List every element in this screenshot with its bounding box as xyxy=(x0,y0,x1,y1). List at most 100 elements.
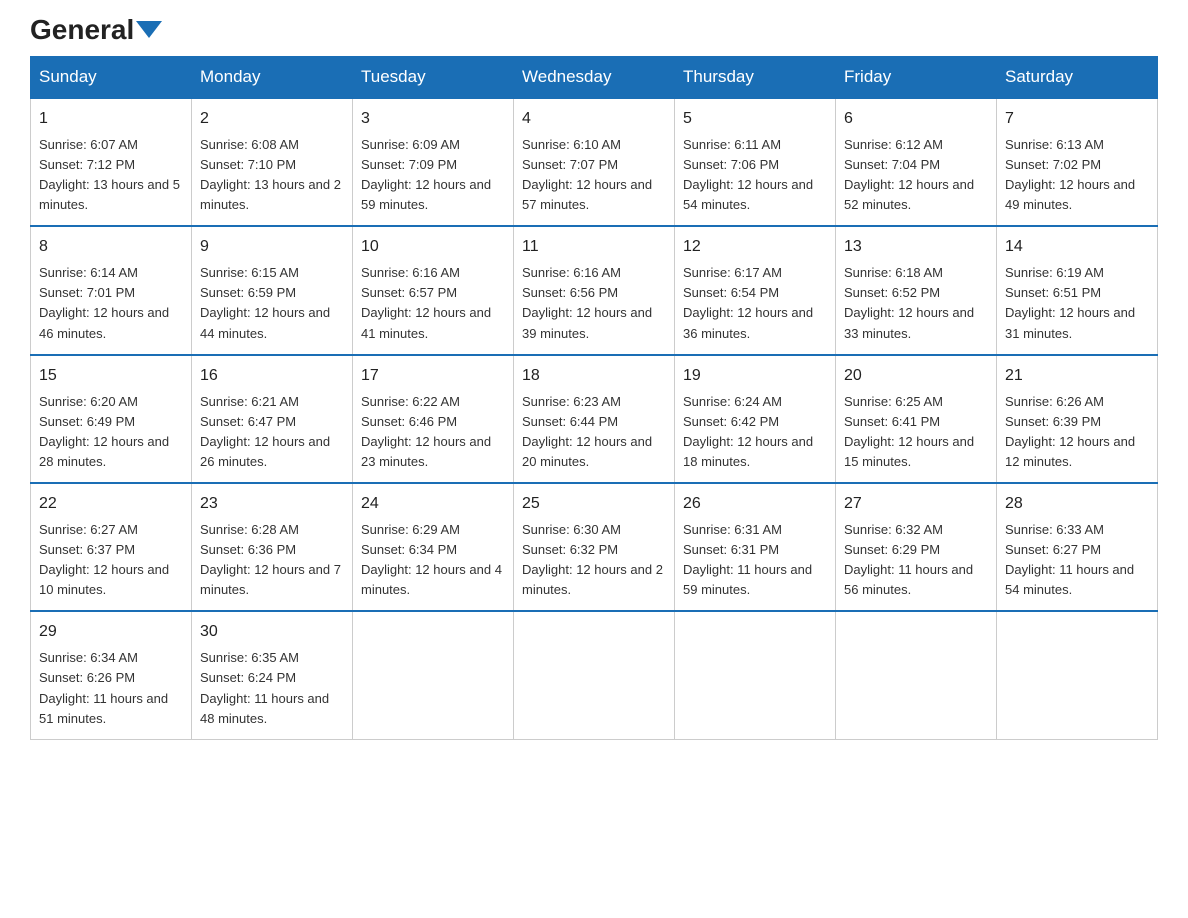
calendar-cell: 17 Sunrise: 6:22 AMSunset: 6:46 PMDayligh… xyxy=(353,355,514,483)
day-info: Sunrise: 6:18 AMSunset: 6:52 PMDaylight:… xyxy=(844,265,974,340)
calendar-cell: 8 Sunrise: 6:14 AMSunset: 7:01 PMDaylight… xyxy=(31,226,192,354)
calendar-cell: 4 Sunrise: 6:10 AMSunset: 7:07 PMDaylight… xyxy=(514,98,675,226)
day-info: Sunrise: 6:07 AMSunset: 7:12 PMDaylight:… xyxy=(39,137,180,212)
day-number: 13 xyxy=(844,235,988,260)
calendar-cell: 2 Sunrise: 6:08 AMSunset: 7:10 PMDaylight… xyxy=(192,98,353,226)
calendar-cell: 7Sunrise: 6:13 AMSunset: 7:02 PMDaylight… xyxy=(997,98,1158,226)
calendar-cell: 3 Sunrise: 6:09 AMSunset: 7:09 PMDaylight… xyxy=(353,98,514,226)
day-info: Sunrise: 6:19 AMSunset: 6:51 PMDaylight:… xyxy=(1005,265,1135,340)
calendar-cell: 10 Sunrise: 6:16 AMSunset: 6:57 PMDayligh… xyxy=(353,226,514,354)
weekday-header-row: SundayMondayTuesdayWednesdayThursdayFrid… xyxy=(31,57,1158,99)
weekday-header-thursday: Thursday xyxy=(675,57,836,99)
day-info: Sunrise: 6:22 AMSunset: 6:46 PMDaylight:… xyxy=(361,394,491,469)
day-number: 9 xyxy=(200,235,344,260)
day-info: Sunrise: 6:24 AMSunset: 6:42 PMDaylight:… xyxy=(683,394,813,469)
day-info: Sunrise: 6:26 AMSunset: 6:39 PMDaylight:… xyxy=(1005,394,1135,469)
calendar-cell: 16 Sunrise: 6:21 AMSunset: 6:47 PMDayligh… xyxy=(192,355,353,483)
day-info: Sunrise: 6:35 AMSunset: 6:24 PMDaylight:… xyxy=(200,650,329,725)
day-info: Sunrise: 6:31 AMSunset: 6:31 PMDaylight:… xyxy=(683,522,812,597)
logo-general-text2: General xyxy=(30,14,134,46)
day-info: Sunrise: 6:27 AMSunset: 6:37 PMDaylight:… xyxy=(39,522,169,597)
day-info: Sunrise: 6:34 AMSunset: 6:26 PMDaylight:… xyxy=(39,650,168,725)
day-number: 24 xyxy=(361,492,505,517)
day-number: 14 xyxy=(1005,235,1149,260)
day-number: 5 xyxy=(683,107,827,132)
day-number: 2 xyxy=(200,107,344,132)
day-number: 3 xyxy=(361,107,505,132)
day-number: 27 xyxy=(844,492,988,517)
day-number: 29 xyxy=(39,620,183,645)
weekday-header-tuesday: Tuesday xyxy=(353,57,514,99)
day-info: Sunrise: 6:23 AMSunset: 6:44 PMDaylight:… xyxy=(522,394,652,469)
calendar-cell xyxy=(836,611,997,739)
day-number: 25 xyxy=(522,492,666,517)
day-number: 17 xyxy=(361,364,505,389)
calendar-cell xyxy=(353,611,514,739)
day-number: 26 xyxy=(683,492,827,517)
calendar-week-row-3: 15 Sunrise: 6:20 AMSunset: 6:49 PMDayligh… xyxy=(31,355,1158,483)
day-info: Sunrise: 6:25 AMSunset: 6:41 PMDaylight:… xyxy=(844,394,974,469)
day-number: 15 xyxy=(39,364,183,389)
calendar-cell: 21 Sunrise: 6:26 AMSunset: 6:39 PMDayligh… xyxy=(997,355,1158,483)
calendar-table: SundayMondayTuesdayWednesdayThursdayFrid… xyxy=(30,56,1158,740)
day-number: 18 xyxy=(522,364,666,389)
calendar-cell: 26 Sunrise: 6:31 AMSunset: 6:31 PMDayligh… xyxy=(675,483,836,611)
day-info: Sunrise: 6:21 AMSunset: 6:47 PMDaylight:… xyxy=(200,394,330,469)
calendar-cell: 1 Sunrise: 6:07 AMSunset: 7:12 PMDaylight… xyxy=(31,98,192,226)
weekday-header-sunday: Sunday xyxy=(31,57,192,99)
calendar-cell: 5 Sunrise: 6:11 AMSunset: 7:06 PMDaylight… xyxy=(675,98,836,226)
day-number: 12 xyxy=(683,235,827,260)
calendar-cell: 27 Sunrise: 6:32 AMSunset: 6:29 PMDayligh… xyxy=(836,483,997,611)
day-info: Sunrise: 6:08 AMSunset: 7:10 PMDaylight:… xyxy=(200,137,341,212)
day-info: Sunrise: 6:14 AMSunset: 7:01 PMDaylight:… xyxy=(39,265,169,340)
day-info: Sunrise: 6:30 AMSunset: 6:32 PMDaylight:… xyxy=(522,522,663,597)
calendar-cell: 22 Sunrise: 6:27 AMSunset: 6:37 PMDayligh… xyxy=(31,483,192,611)
day-number: 4 xyxy=(522,107,666,132)
day-info: Sunrise: 6:12 AMSunset: 7:04 PMDaylight:… xyxy=(844,137,974,212)
calendar-cell: 12 Sunrise: 6:17 AMSunset: 6:54 PMDayligh… xyxy=(675,226,836,354)
weekday-header-monday: Monday xyxy=(192,57,353,99)
day-info: Sunrise: 6:33 AMSunset: 6:27 PMDaylight:… xyxy=(1005,522,1134,597)
day-info: Sunrise: 6:10 AMSunset: 7:07 PMDaylight:… xyxy=(522,137,652,212)
calendar-cell: 11 Sunrise: 6:16 AMSunset: 6:56 PMDayligh… xyxy=(514,226,675,354)
day-number: 22 xyxy=(39,492,183,517)
day-info: Sunrise: 6:09 AMSunset: 7:09 PMDaylight:… xyxy=(361,137,491,212)
day-number: 6 xyxy=(844,107,988,132)
calendar-cell: 28Sunrise: 6:33 AMSunset: 6:27 PMDayligh… xyxy=(997,483,1158,611)
calendar-cell: 25 Sunrise: 6:30 AMSunset: 6:32 PMDayligh… xyxy=(514,483,675,611)
calendar-cell: 15 Sunrise: 6:20 AMSunset: 6:49 PMDayligh… xyxy=(31,355,192,483)
day-number: 1 xyxy=(39,107,183,132)
day-number: 8 xyxy=(39,235,183,260)
calendar-cell xyxy=(675,611,836,739)
calendar-cell: 30 Sunrise: 6:35 AMSunset: 6:24 PMDayligh… xyxy=(192,611,353,739)
day-number: 19 xyxy=(683,364,827,389)
calendar-cell: 20Sunrise: 6:25 AMSunset: 6:41 PMDayligh… xyxy=(836,355,997,483)
day-number: 10 xyxy=(361,235,505,260)
day-info: Sunrise: 6:11 AMSunset: 7:06 PMDaylight:… xyxy=(683,137,813,212)
page-header: General xyxy=(30,20,1158,38)
day-info: Sunrise: 6:15 AMSunset: 6:59 PMDaylight:… xyxy=(200,265,330,340)
day-info: Sunrise: 6:16 AMSunset: 6:57 PMDaylight:… xyxy=(361,265,491,340)
day-info: Sunrise: 6:16 AMSunset: 6:56 PMDaylight:… xyxy=(522,265,652,340)
calendar-cell: 9 Sunrise: 6:15 AMSunset: 6:59 PMDaylight… xyxy=(192,226,353,354)
day-info: Sunrise: 6:20 AMSunset: 6:49 PMDaylight:… xyxy=(39,394,169,469)
calendar-week-row-2: 8 Sunrise: 6:14 AMSunset: 7:01 PMDaylight… xyxy=(31,226,1158,354)
calendar-cell: 19 Sunrise: 6:24 AMSunset: 6:42 PMDayligh… xyxy=(675,355,836,483)
weekday-header-wednesday: Wednesday xyxy=(514,57,675,99)
day-number: 11 xyxy=(522,235,666,260)
day-number: 16 xyxy=(200,364,344,389)
day-info: Sunrise: 6:28 AMSunset: 6:36 PMDaylight:… xyxy=(200,522,341,597)
calendar-week-row-1: 1 Sunrise: 6:07 AMSunset: 7:12 PMDaylight… xyxy=(31,98,1158,226)
day-number: 21 xyxy=(1005,364,1149,389)
day-number: 23 xyxy=(200,492,344,517)
calendar-cell xyxy=(997,611,1158,739)
day-info: Sunrise: 6:17 AMSunset: 6:54 PMDaylight:… xyxy=(683,265,813,340)
day-number: 30 xyxy=(200,620,344,645)
logo: General xyxy=(30,20,164,38)
calendar-cell: 13 Sunrise: 6:18 AMSunset: 6:52 PMDayligh… xyxy=(836,226,997,354)
weekday-header-saturday: Saturday xyxy=(997,57,1158,99)
logo-arrow-icon xyxy=(136,21,162,38)
day-info: Sunrise: 6:29 AMSunset: 6:34 PMDaylight:… xyxy=(361,522,502,597)
calendar-cell: 6 Sunrise: 6:12 AMSunset: 7:04 PMDaylight… xyxy=(836,98,997,226)
day-info: Sunrise: 6:32 AMSunset: 6:29 PMDaylight:… xyxy=(844,522,973,597)
